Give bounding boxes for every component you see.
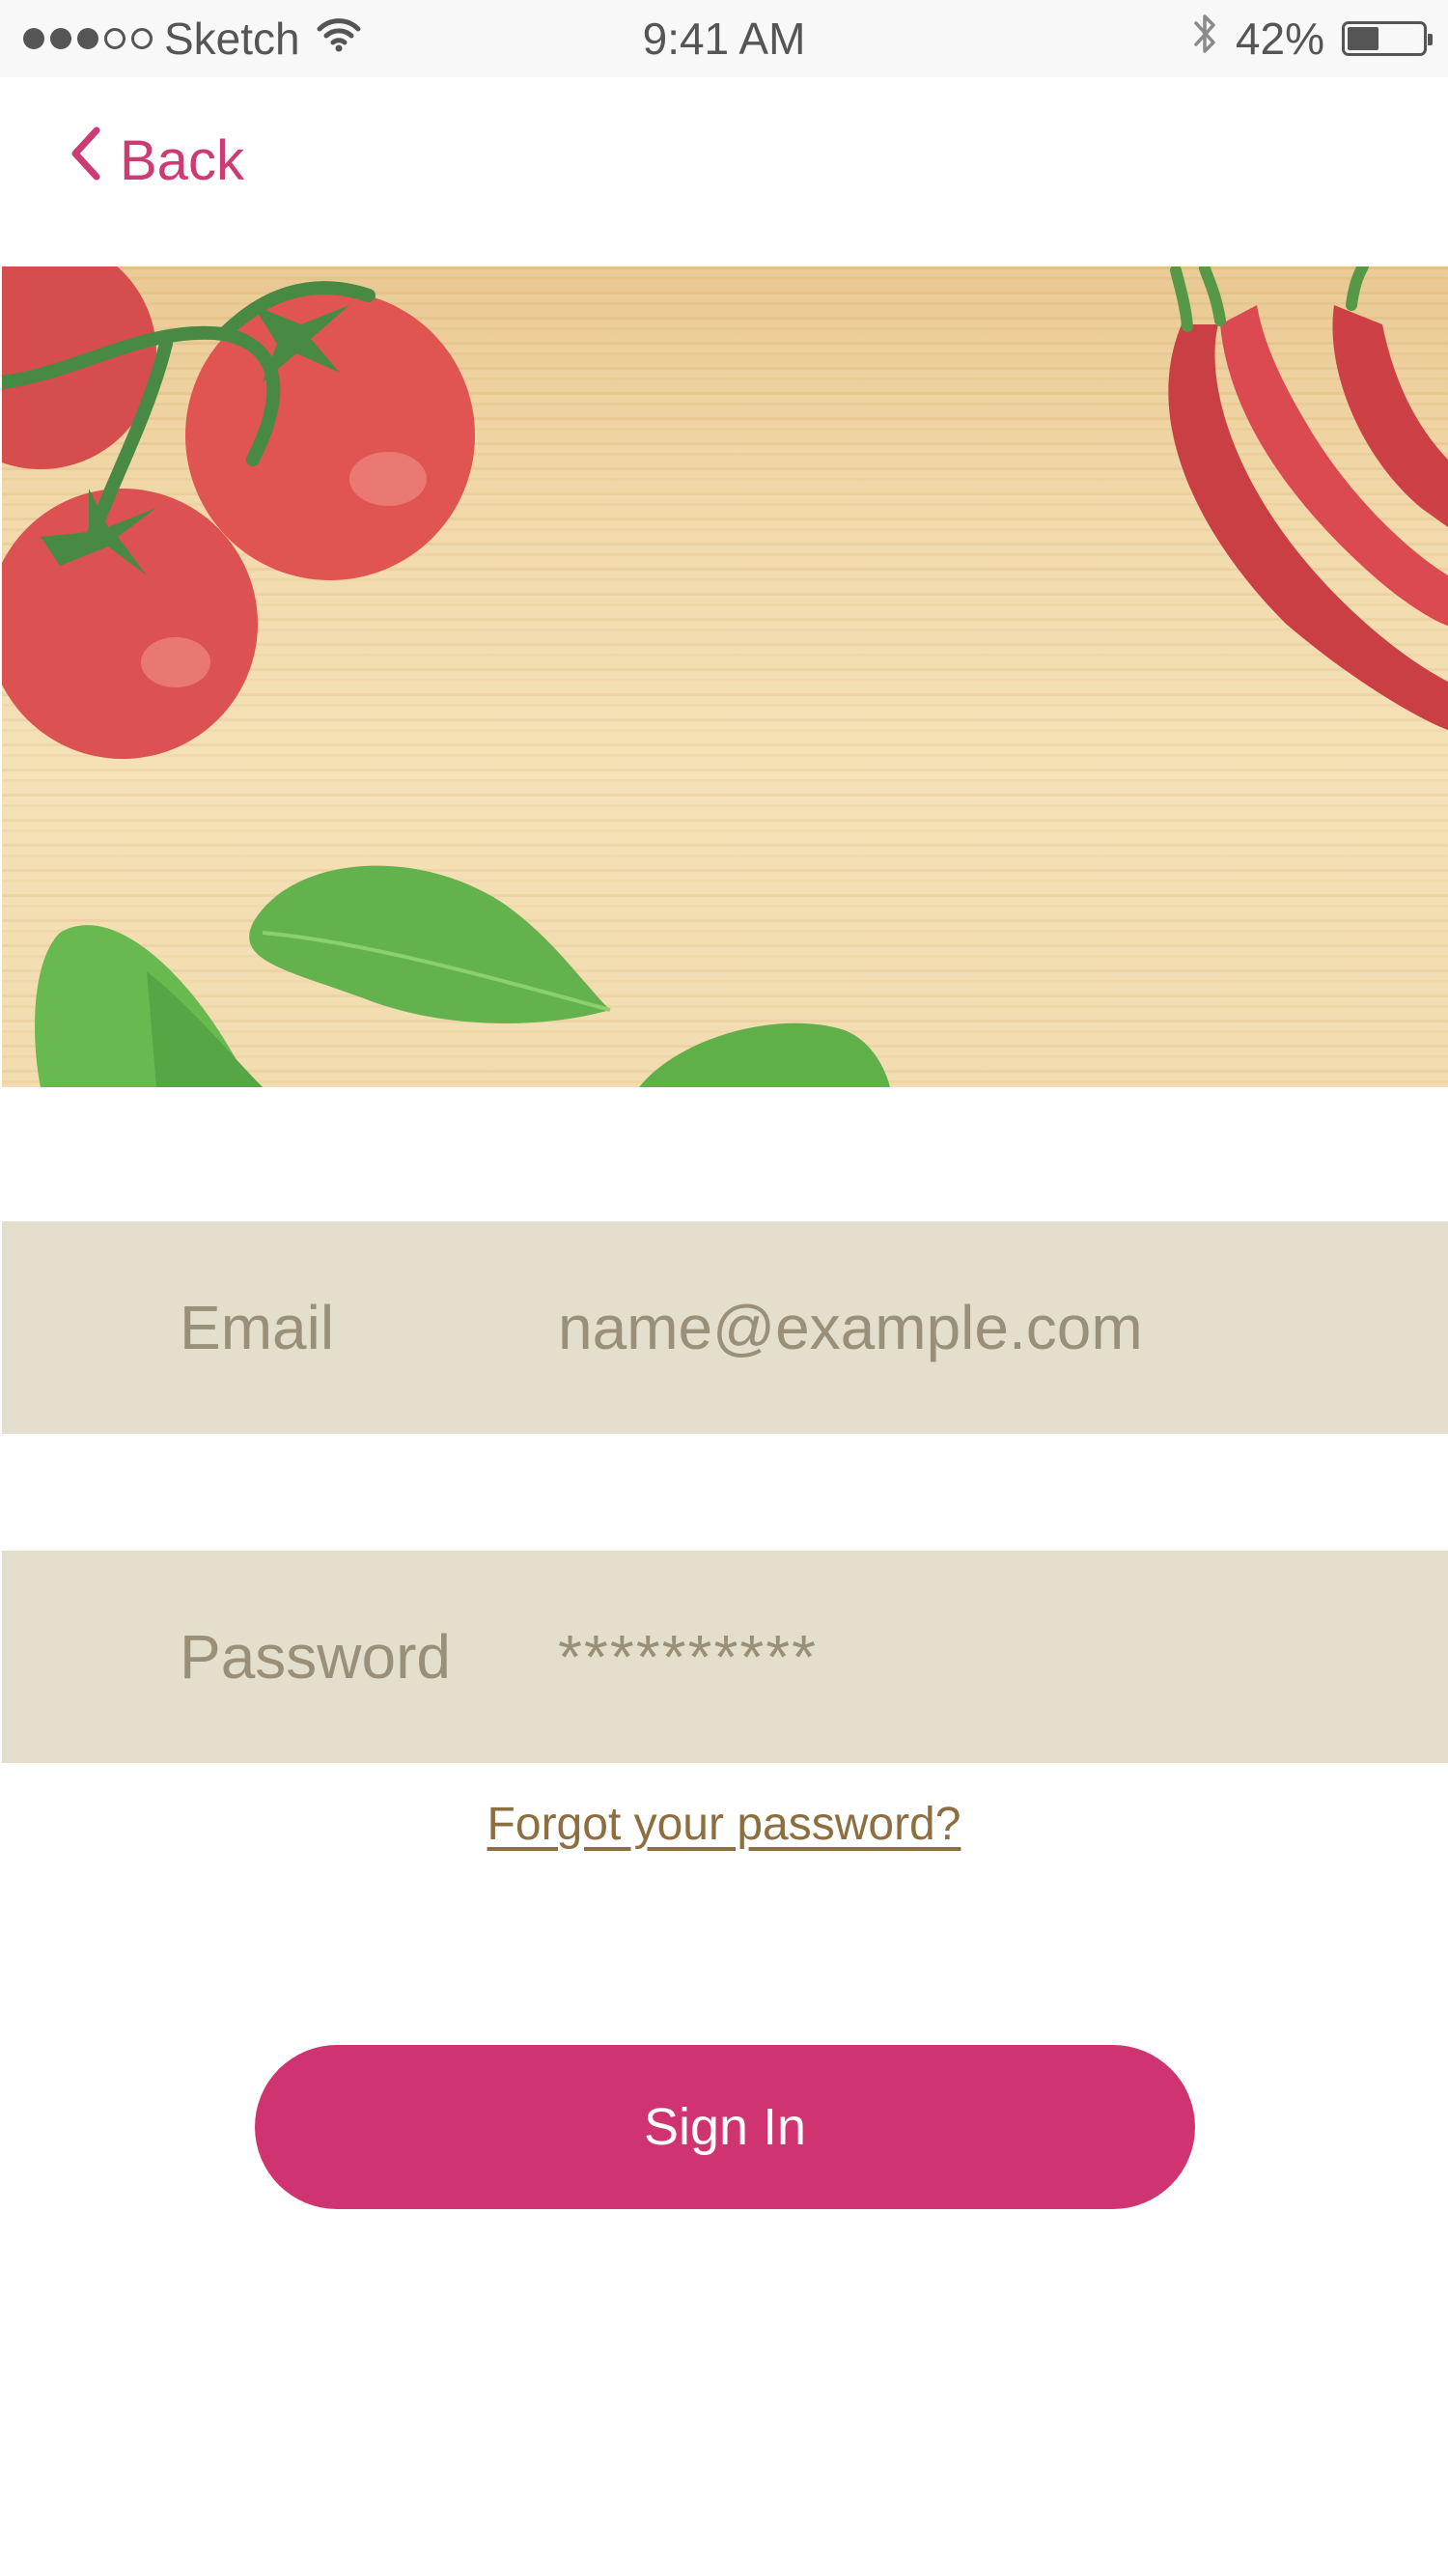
sign-in-screen: Sketch 9:41 AM 42% Back Email name@examp… (0, 0, 1448, 2576)
signal-dots-icon (23, 28, 153, 49)
wifi-icon (316, 13, 362, 65)
password-label: Password (180, 1622, 451, 1692)
sign-in-label: Sign In (643, 2098, 807, 2156)
carrier-name: Sketch (164, 14, 300, 64)
sign-in-button[interactable]: Sign In (255, 2045, 1195, 2209)
password-field[interactable]: Password ********** (2, 1551, 1448, 1763)
battery-percent: 42% (1235, 14, 1324, 64)
email-field[interactable]: Email name@example.com (2, 1221, 1448, 1434)
back-button[interactable]: Back (68, 126, 244, 195)
battery-icon (1342, 21, 1433, 56)
signal-dot (131, 28, 153, 49)
signal-dot (50, 28, 71, 49)
bluetooth-icon (1193, 10, 1218, 69)
back-label: Back (120, 128, 244, 192)
image-wash (2, 266, 1448, 1087)
status-bar: Sketch 9:41 AM 42% (0, 0, 1448, 77)
email-label: Email (180, 1293, 335, 1362)
battery-fill (1348, 27, 1378, 50)
signal-dot (77, 28, 98, 49)
email-input[interactable]: name@example.com (558, 1221, 1143, 1434)
battery-cap (1428, 34, 1433, 45)
chevron-left-icon (68, 125, 102, 196)
status-left: Sketch (23, 0, 362, 77)
status-right: 42% (1193, 0, 1433, 77)
signal-dot (104, 28, 125, 49)
status-time: 9:41 AM (642, 14, 806, 64)
forgot-password-link[interactable]: Forgot your password? (0, 1798, 1448, 1851)
hero-food-image (2, 266, 1448, 1087)
password-input[interactable]: ********** (558, 1551, 818, 1763)
signal-dot (23, 28, 44, 49)
